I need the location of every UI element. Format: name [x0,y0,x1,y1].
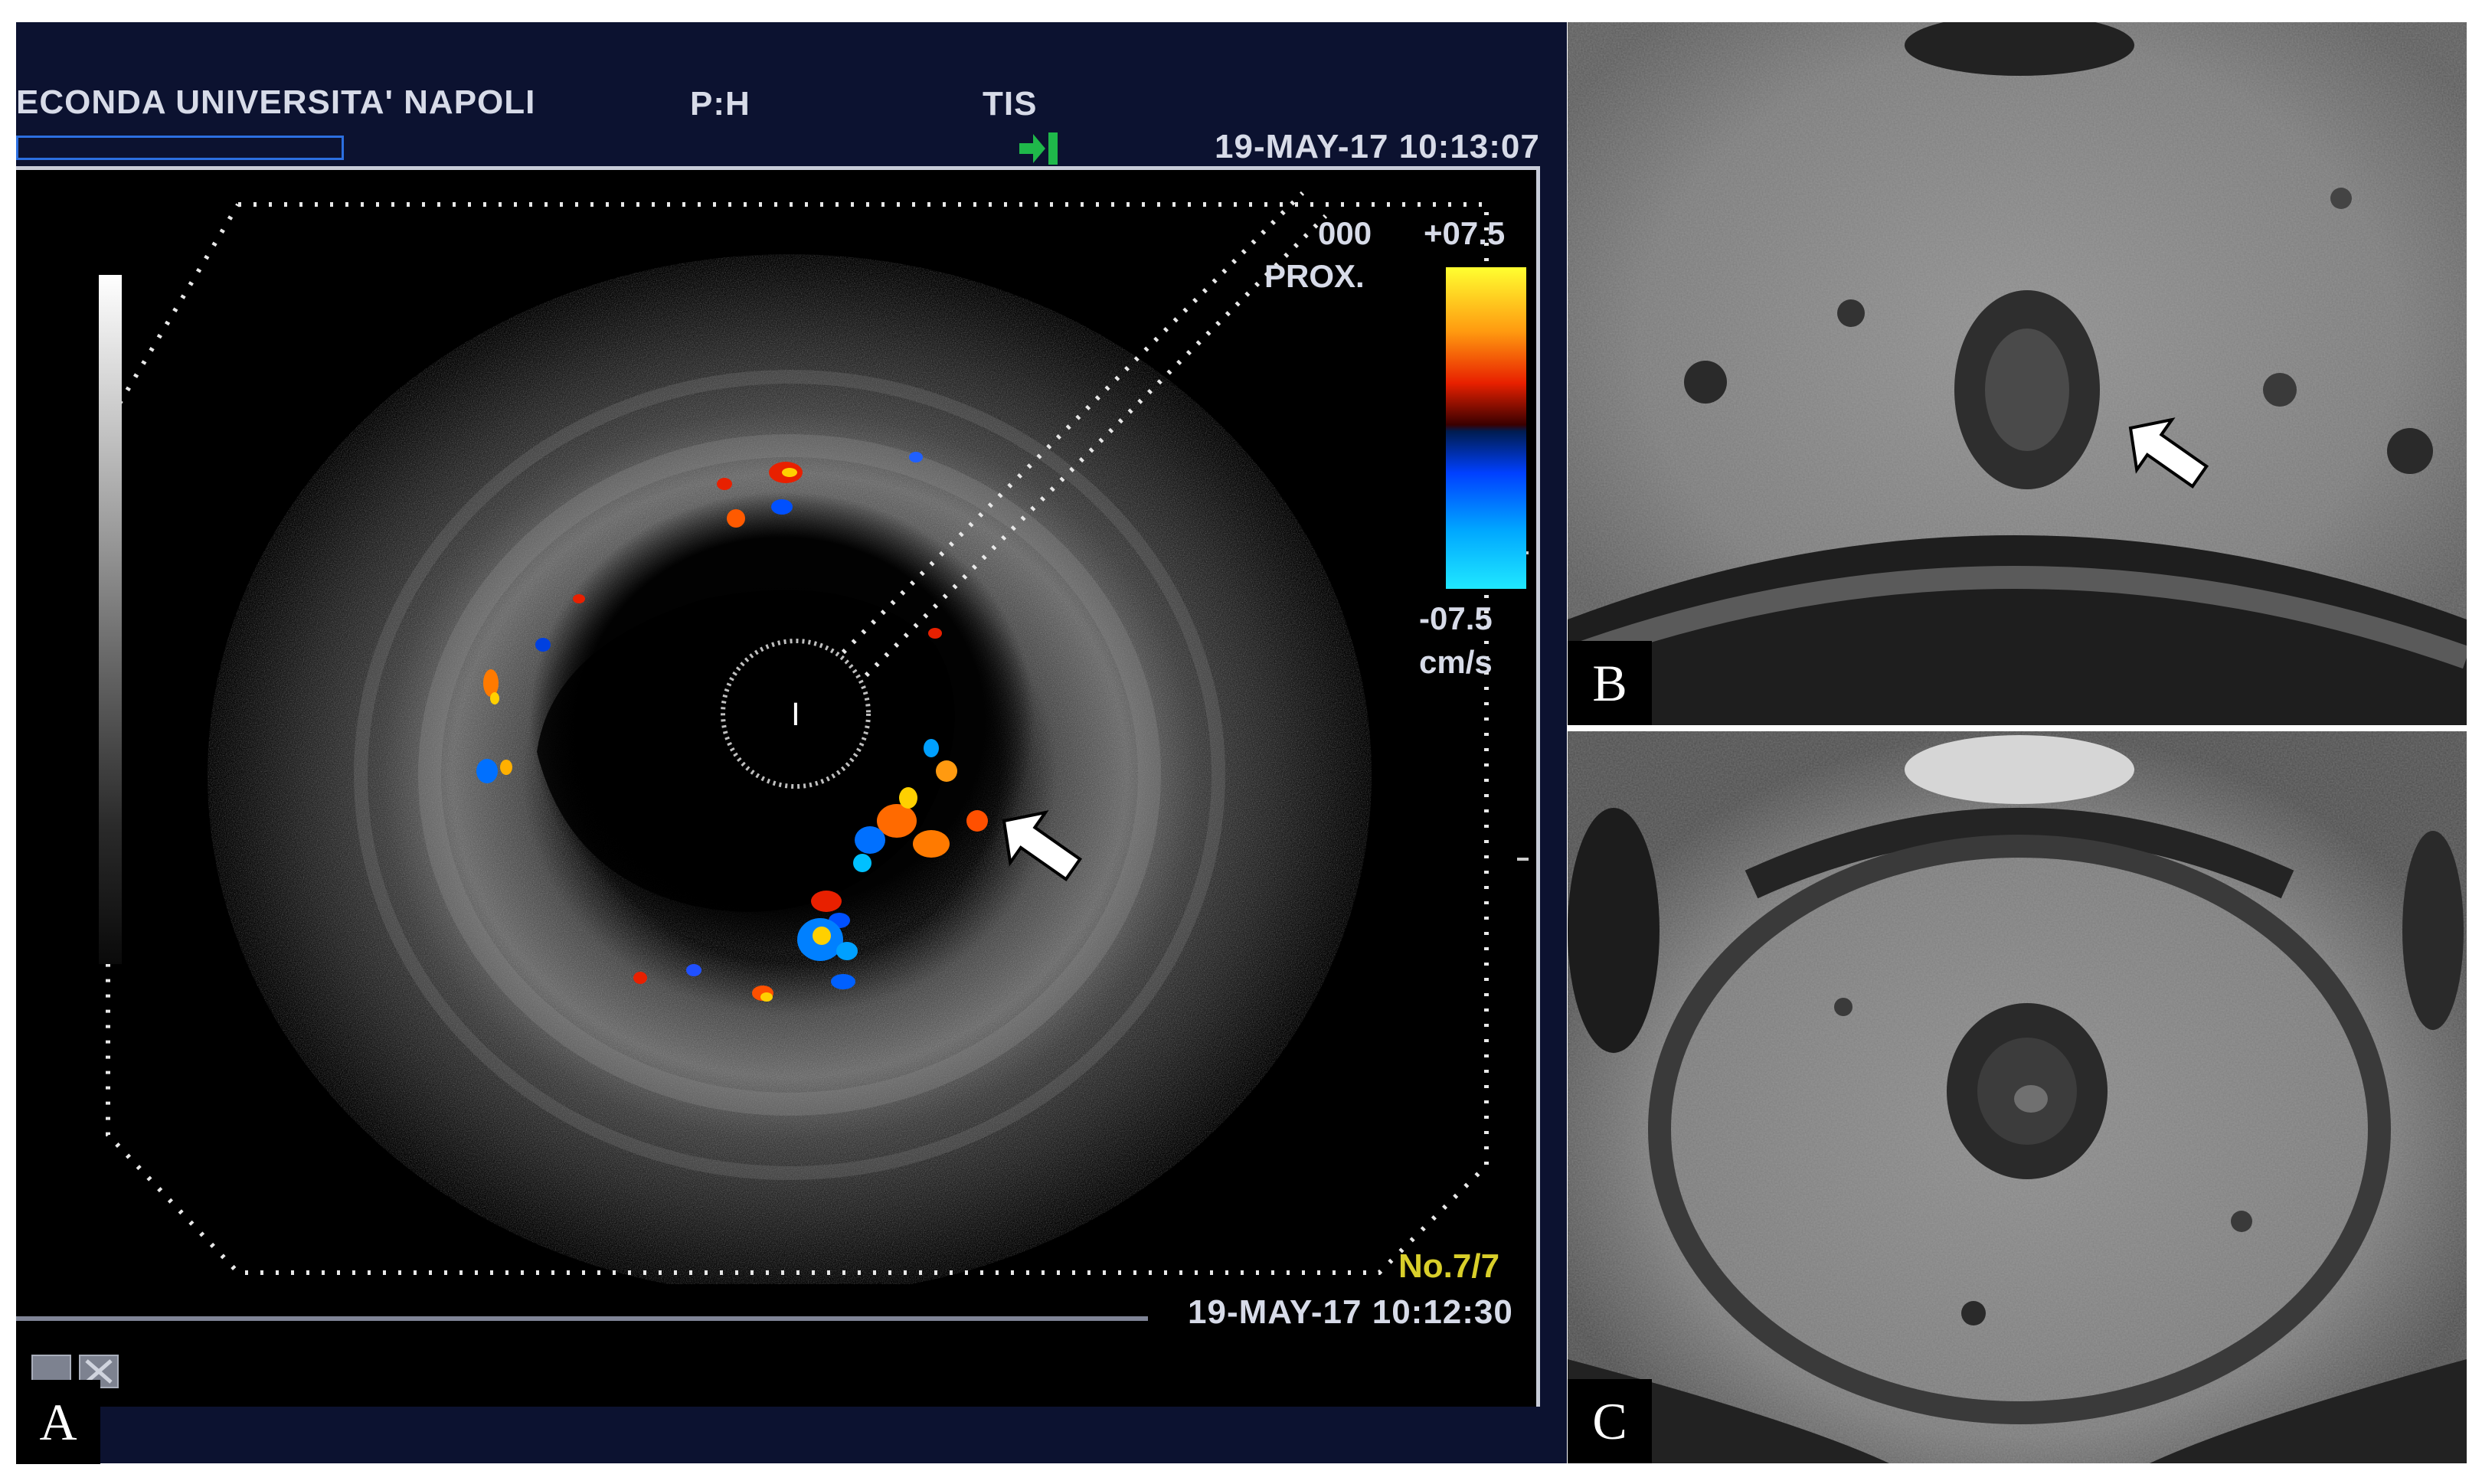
tis-marker-icon [1019,132,1058,165]
scan-field: I [16,170,1532,1284]
scale-unit: cm/s [1419,644,1493,680]
patient-name-box [16,136,344,160]
scale-max: +07.5 [1424,215,1506,251]
mri-image-c [1568,731,2467,1463]
probe-label: PROX. [1264,258,1365,294]
mri-panel-c [1568,731,2467,1463]
mri-panel-b [1568,22,2467,725]
ultrasound-image: I [106,191,1529,1284]
footer-divider [16,1316,1148,1321]
grayscale-bar [99,275,122,964]
doppler-color-scale [1446,267,1526,589]
ultrasound-panel: ECONDA UNIVERSITA' NAPOLI P:H TIS 19-MAY… [16,22,1567,1463]
mode-label: P:H [690,85,750,123]
center-mark: I [791,698,800,733]
panel-letter-c: C [1568,1379,1652,1463]
tis-label: TIS [983,85,1038,123]
panel-letter-b: B [1568,641,1652,725]
probe-code: 000 [1318,215,1372,251]
panel-letter-a: A [16,1380,100,1464]
timestamp-top: 19-MAY-17 10:13:07 [1215,128,1540,165]
timestamp-bottom: 19-MAY-17 10:12:30 [1188,1293,1513,1331]
mri-image-b [1568,22,2467,725]
institution-label: ECONDA UNIVERSITA' NAPOLI [16,83,536,121]
frame-counter: No.7/7 [1398,1247,1500,1285]
scale-min: -07.5 [1419,600,1493,636]
